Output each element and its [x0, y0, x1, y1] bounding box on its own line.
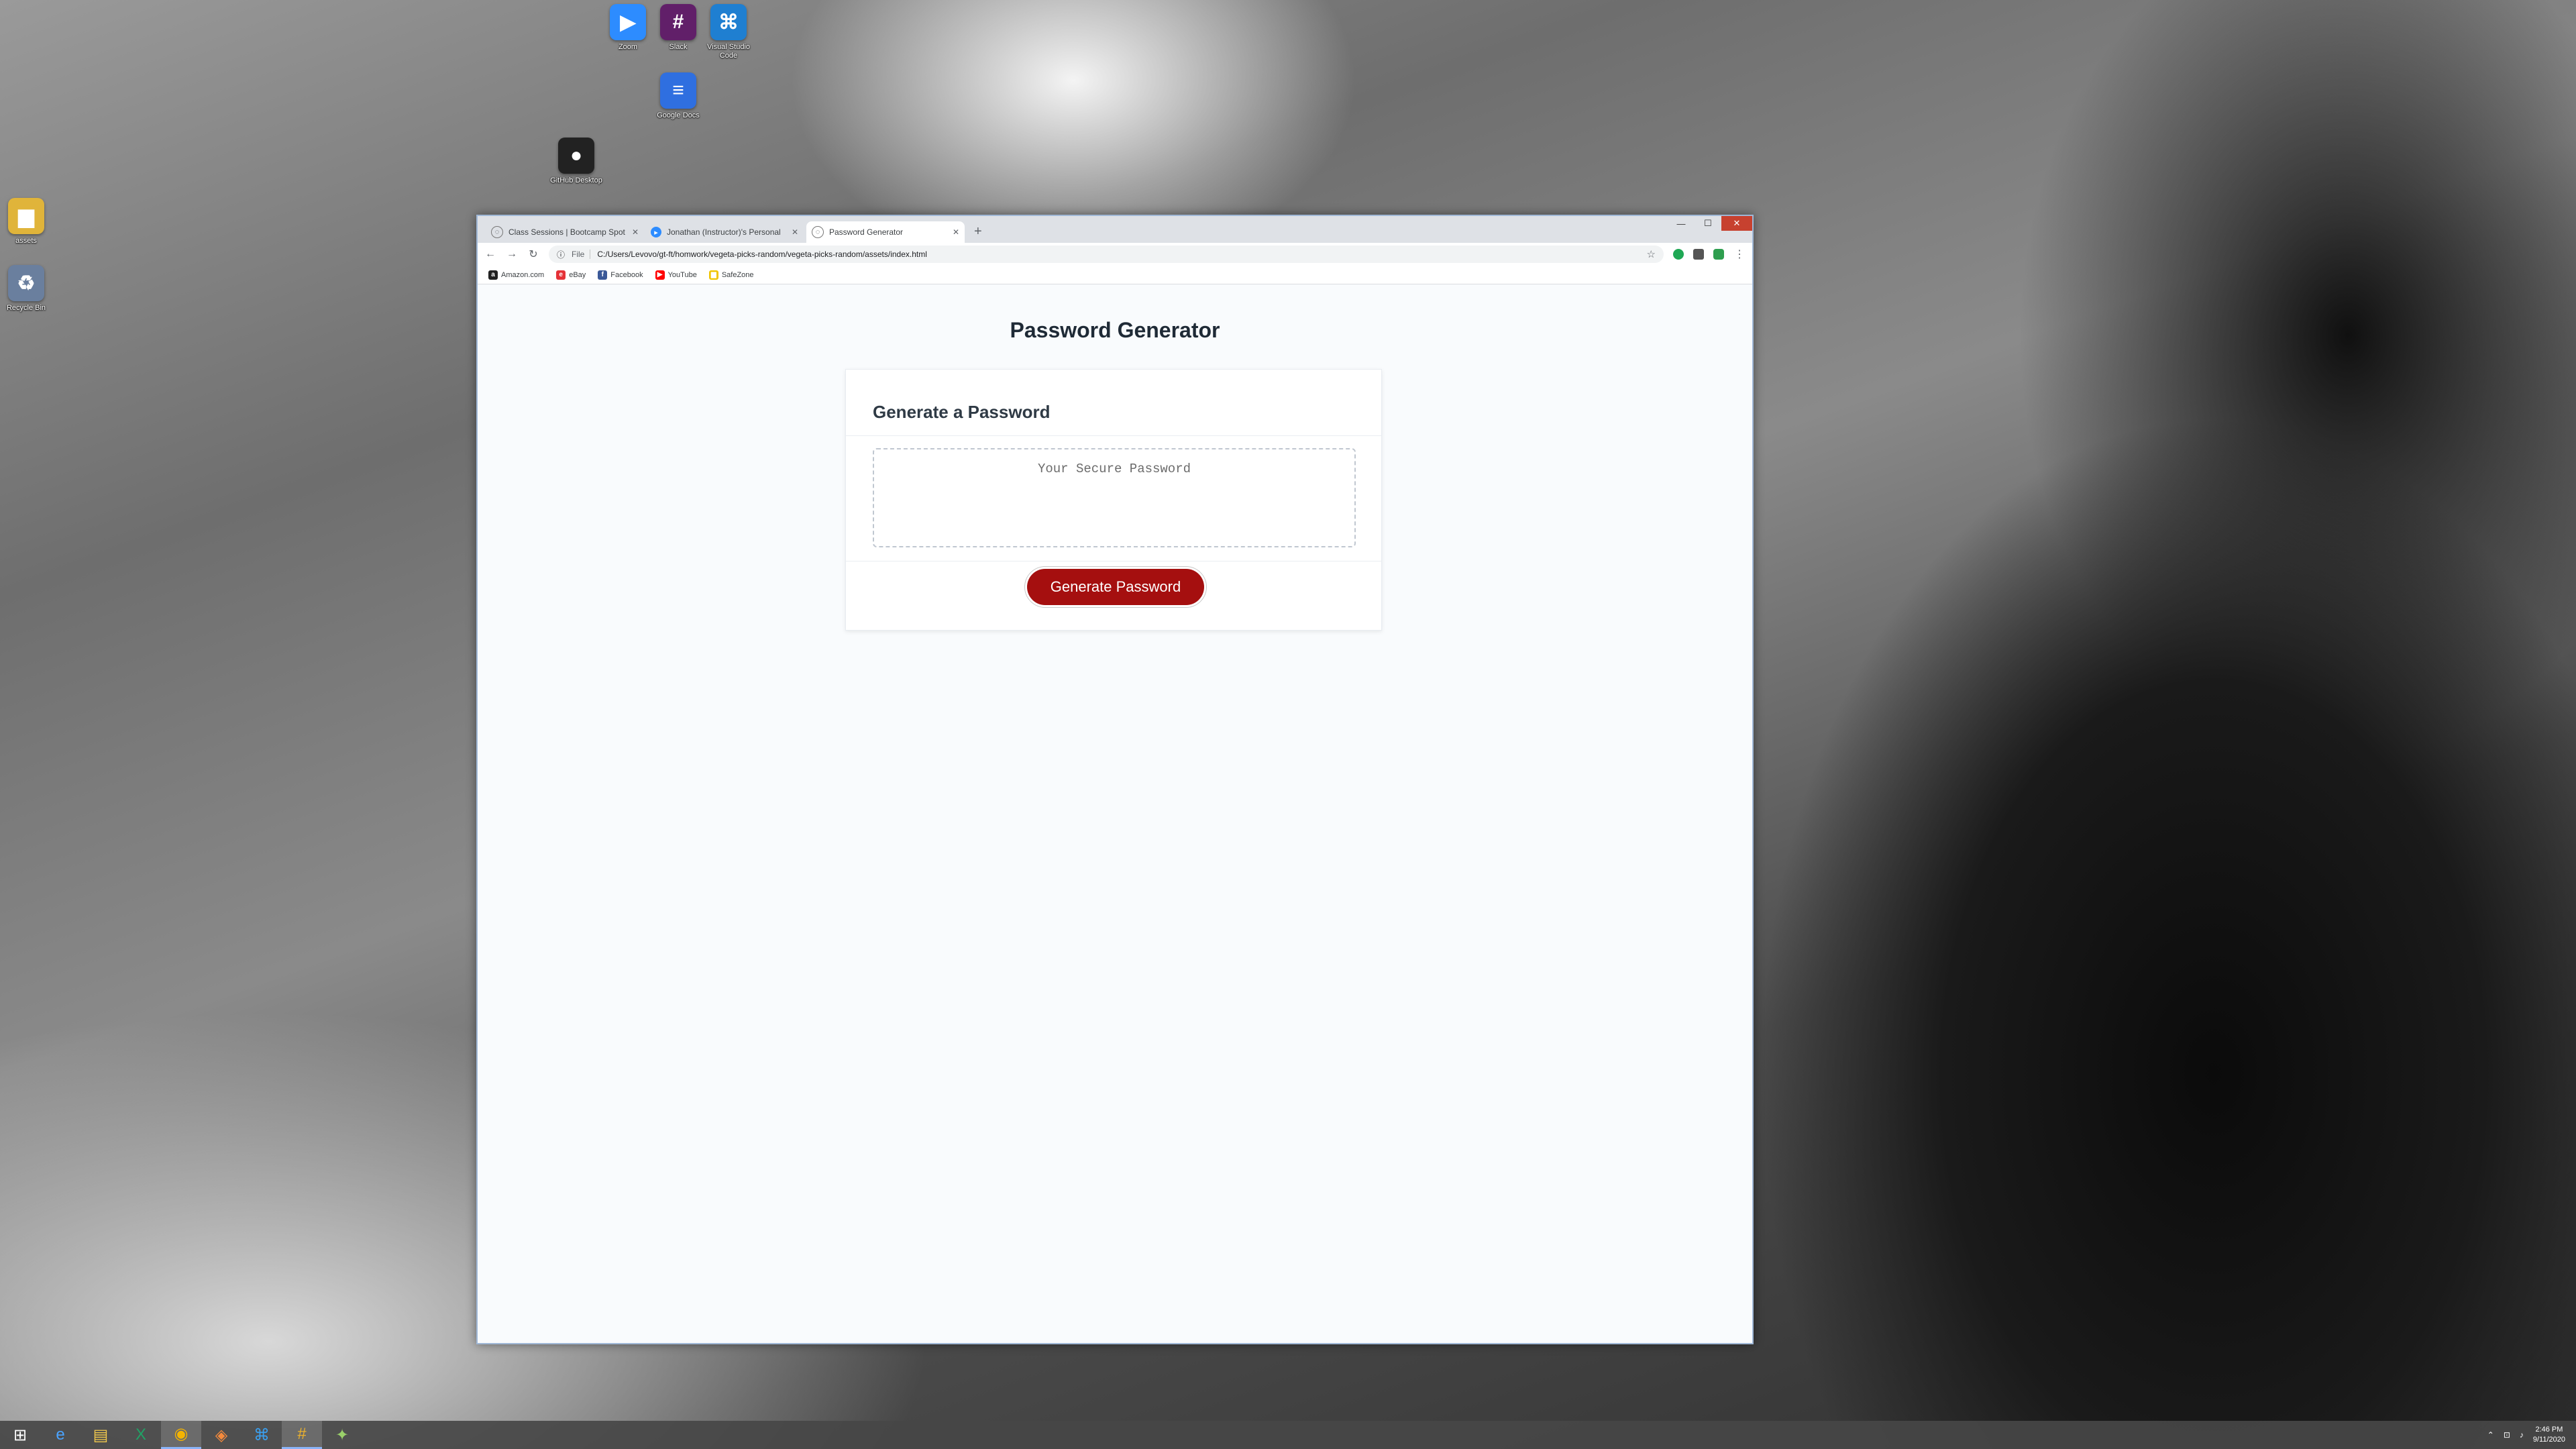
- folder-icon: ▆: [708, 270, 718, 280]
- taskbar: ⊞ e ▤ X ◉ ◈ ⌘ # ✦ ⌃ ⊡ ♪ 2:46 PM 9/11/202…: [0, 1421, 2576, 1449]
- bookmark-label: SafeZone: [721, 270, 754, 279]
- tab-personal[interactable]: ▸ Jonathan (Instructor)'s Personal ✕: [645, 221, 804, 243]
- bookmark-label: Amazon.com: [501, 270, 545, 279]
- back-icon[interactable]: ←: [484, 248, 496, 260]
- page-content: Password Generator Generate a Password G…: [478, 284, 1752, 1343]
- clock[interactable]: 2:46 PM 9/11/2020: [2533, 1425, 2565, 1445]
- bookmark-amazon[interactable]: a Amazon.com: [488, 270, 544, 280]
- volume-icon[interactable]: ♪: [2520, 1430, 2524, 1440]
- close-window-icon[interactable]: ✕: [1721, 216, 1752, 231]
- slack-icon: #: [660, 4, 696, 40]
- desktop: { "desktop": { "icons_left": [ {"label":…: [0, 0, 2576, 1449]
- desktop-icon-docs[interactable]: ≡ Google Docs: [652, 72, 704, 120]
- desktop-icon-label: Slack: [669, 43, 688, 51]
- youtube-icon: ▶: [655, 270, 665, 280]
- tab-strip: ◌ Class Sessions | Bootcamp Spot ✕ ▸ Jon…: [478, 216, 1752, 243]
- bookmark-label: Facebook: [610, 270, 643, 279]
- ebay-icon: e: [556, 270, 566, 280]
- menu-icon[interactable]: ⋮: [1733, 248, 1746, 261]
- chrome-icon[interactable]: ◉: [161, 1421, 201, 1449]
- window-controls: — ☐ ✕: [1668, 216, 1752, 231]
- desktop-icon-vscode[interactable]: ⌘ Visual Studio Code: [702, 4, 755, 60]
- bookmark-facebook[interactable]: f Facebook: [598, 270, 643, 280]
- folder-icon: ▆: [8, 198, 44, 234]
- desktop-icon-label: Recycle Bin: [6, 304, 46, 312]
- desktop-icon-slack[interactable]: # Slack: [652, 4, 704, 52]
- tab-label: Class Sessions | Bootcamp Spot: [508, 227, 625, 237]
- vscode-icon: ⌘: [710, 4, 747, 40]
- desktop-icon-zoom[interactable]: ▶ Zoom: [602, 4, 654, 52]
- zoom-icon: ▶: [610, 4, 646, 40]
- file-explorer-icon[interactable]: ▤: [80, 1421, 121, 1449]
- desktop-icon-label: Zoom: [618, 43, 638, 51]
- browser-toolbar: ← → ↻ ⓘ File C:/Users/Levovo/gt-ft/homwo…: [478, 243, 1752, 266]
- extension-cast-icon[interactable]: [1693, 249, 1704, 260]
- maximize-icon[interactable]: ☐: [1695, 216, 1721, 231]
- desktop-icon-label: Google Docs: [657, 111, 700, 119]
- tray-chevron-icon[interactable]: ⌃: [2487, 1430, 2494, 1440]
- url-text: C:/Users/Levovo/gt-ft/homwork/vegeta-pic…: [597, 250, 927, 259]
- vscode-icon[interactable]: ⌘: [241, 1421, 282, 1449]
- password-card: Generate a Password Generate Password: [845, 369, 1382, 631]
- tab-class-sessions[interactable]: ◌ Class Sessions | Bootcamp Spot ✕: [486, 221, 644, 243]
- docs-icon: ≡: [660, 72, 696, 109]
- clock-time: 2:46 PM: [2535, 1426, 2563, 1434]
- bookmark-safezone[interactable]: ▆ SafeZone: [708, 270, 754, 280]
- desktop-icon-recycle-bin[interactable]: ♻ Recycle Bin: [0, 265, 52, 313]
- system-tray: ⌃ ⊡ ♪ 2:46 PM 9/11/2020: [2487, 1425, 2576, 1445]
- new-tab-button[interactable]: +: [974, 224, 982, 239]
- bookmarks-bar: a Amazon.com e eBay f Facebook ▶ YouTube…: [478, 266, 1752, 284]
- desktop-icon-label: Visual Studio Code: [706, 43, 750, 60]
- tab-label: Password Generator: [829, 227, 904, 237]
- generate-password-button[interactable]: Generate Password: [1027, 569, 1204, 605]
- bookmark-youtube[interactable]: ▶ YouTube: [655, 270, 697, 280]
- zoom-icon: ▸: [651, 227, 661, 237]
- desktop-icon-label: GitHub Desktop: [550, 176, 602, 184]
- amazon-icon: a: [488, 270, 498, 280]
- excel-icon[interactable]: X: [121, 1421, 161, 1449]
- browser-window: ◌ Class Sessions | Bootcamp Spot ✕ ▸ Jon…: [476, 215, 1754, 1344]
- windows-start-icon[interactable]: ⊞: [0, 1421, 40, 1449]
- minimize-icon[interactable]: —: [1668, 216, 1695, 231]
- card-divider: [846, 435, 1381, 436]
- info-icon[interactable]: ⓘ: [557, 249, 565, 260]
- tab-password-generator[interactable]: ◌ Password Generator ✕: [806, 221, 965, 243]
- tab-close-icon[interactable]: ✕: [632, 227, 639, 237]
- extension-shield-icon[interactable]: [1713, 249, 1724, 260]
- github-icon: ●: [558, 138, 594, 174]
- pinwheel-icon[interactable]: ✦: [322, 1421, 362, 1449]
- network-icon[interactable]: ⊡: [2504, 1430, 2510, 1440]
- url-scheme: File: [572, 250, 591, 259]
- slack-icon[interactable]: #: [282, 1421, 322, 1449]
- tab-label: Jonathan (Instructor)'s Personal: [667, 227, 781, 237]
- address-bar[interactable]: ⓘ File C:/Users/Levovo/gt-ft/homwork/veg…: [549, 246, 1664, 263]
- tab-close-icon[interactable]: ✕: [792, 227, 798, 237]
- forward-icon[interactable]: →: [506, 248, 518, 260]
- globe-icon: ◌: [491, 226, 503, 238]
- recycle-bin-icon: ♻: [8, 265, 44, 301]
- desktop-icon-assets[interactable]: ▆ assets: [0, 198, 52, 246]
- clock-date: 9/11/2020: [2532, 1436, 2565, 1444]
- tab-close-icon[interactable]: ✕: [953, 227, 959, 237]
- reload-icon[interactable]: ↻: [527, 248, 539, 261]
- bookmark-star-icon[interactable]: ☆: [1647, 248, 1656, 260]
- desktop-icon-label: assets: [15, 237, 37, 245]
- desktop-icon-github[interactable]: ● GitHub Desktop: [550, 138, 602, 185]
- bookmark-label: eBay: [569, 270, 586, 279]
- extension-green-icon[interactable]: [1673, 249, 1684, 260]
- password-output[interactable]: [873, 448, 1356, 547]
- brave-icon[interactable]: ◈: [201, 1421, 241, 1449]
- internet-explorer-icon[interactable]: e: [40, 1421, 80, 1449]
- facebook-icon: f: [598, 270, 608, 280]
- bookmark-ebay[interactable]: e eBay: [556, 270, 586, 280]
- bookmark-label: YouTube: [667, 270, 697, 279]
- globe-icon: ◌: [812, 226, 824, 238]
- card-title: Generate a Password: [873, 402, 1051, 422]
- page-title: Password Generator: [1010, 318, 1220, 342]
